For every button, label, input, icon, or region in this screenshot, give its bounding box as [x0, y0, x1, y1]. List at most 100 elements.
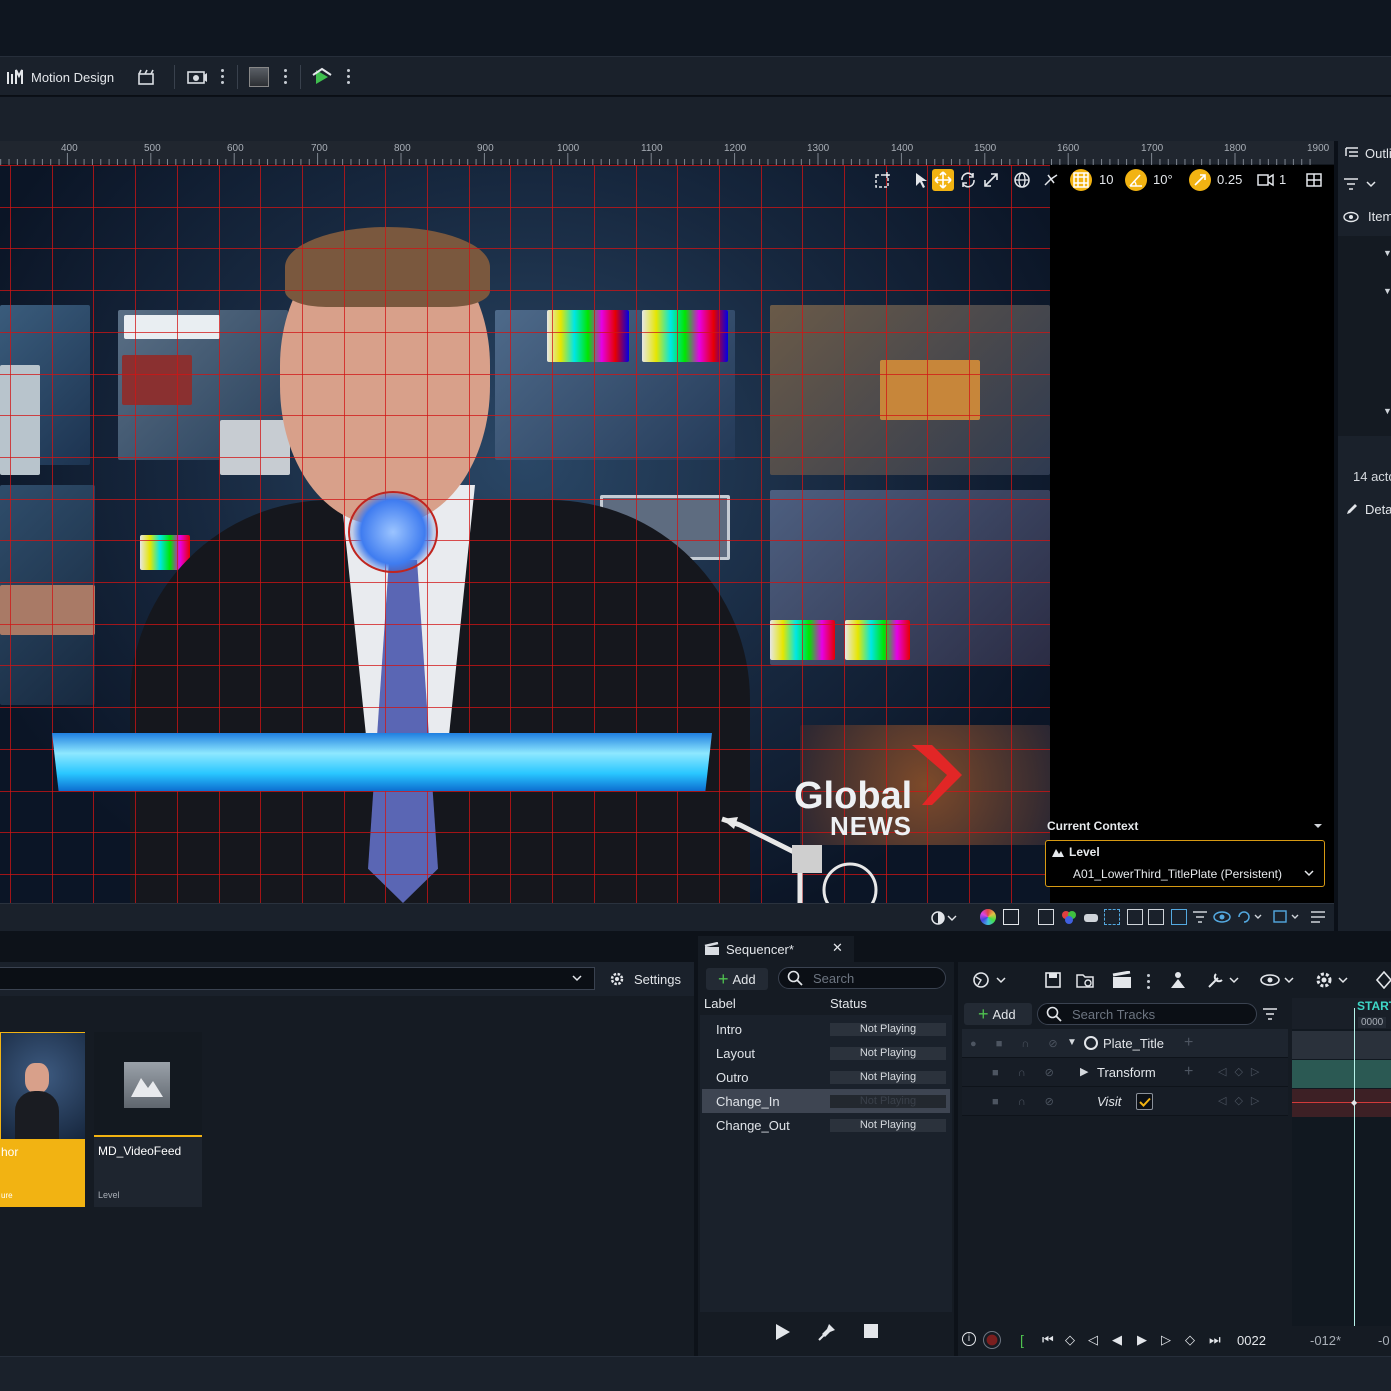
- next-key-icon[interactable]: ◇: [1185, 1332, 1195, 1348]
- rotation-snap-icon[interactable]: [1125, 169, 1147, 191]
- track-row[interactable]: ● ■ ∩ ⊘ ▼ Plate_Title +: [962, 1029, 1288, 1058]
- expand-arrow-icon[interactable]: ▼: [1383, 286, 1391, 296]
- content-browser-path-dropdown[interactable]: [0, 967, 595, 990]
- camera-gizmo-icon[interactable]: [720, 815, 880, 903]
- lighting-mode-icon[interactable]: [930, 909, 958, 927]
- prev-frame-icon[interactable]: ◁: [1088, 1332, 1098, 1348]
- save-sequence-icon[interactable]: [1044, 971, 1062, 989]
- list-item[interactable]: Outro Not Playing: [702, 1065, 950, 1089]
- settings-list-icon[interactable]: [1310, 910, 1326, 924]
- grid-toggle-icon[interactable]: [1127, 909, 1143, 925]
- image-icon[interactable]: [1038, 909, 1054, 925]
- expand-arrow-icon[interactable]: ▼: [1067, 1037, 1077, 1048]
- play-icon[interactable]: [774, 1322, 792, 1342]
- filter-icon[interactable]: [1192, 910, 1208, 924]
- grid-snap-value[interactable]: 10: [1099, 172, 1113, 187]
- color-wheel-icon[interactable]: [980, 909, 996, 925]
- eye-icon[interactable]: [1260, 971, 1296, 989]
- context-level-value[interactable]: A01_LowerThird_TitlePlate (Persistent): [1073, 867, 1282, 881]
- add-track-icon[interactable]: +: [1184, 1034, 1193, 1052]
- filter-dropdown-icon[interactable]: [1343, 177, 1377, 191]
- track-row[interactable]: ■ ∩ ⊘ Visit ◁◇▷: [962, 1087, 1288, 1116]
- avatar-button[interactable]: [249, 65, 269, 89]
- scale-mode-icon[interactable]: [982, 171, 1000, 189]
- current-frame-field[interactable]: 0022: [1237, 1333, 1266, 1348]
- broadcast-options-icon[interactable]: [221, 69, 225, 85]
- jump-to-end-icon[interactable]: ⏭: [1209, 1332, 1221, 1348]
- add-key-icon[interactable]: +: [1184, 1063, 1193, 1081]
- refresh-icon[interactable]: [1237, 910, 1265, 924]
- jump-to-start-icon[interactable]: ⏮: [1042, 1332, 1054, 1348]
- scale-snap-icon[interactable]: [1189, 169, 1211, 191]
- list-icon[interactable]: [1171, 909, 1187, 925]
- layout-options-icon[interactable]: [1273, 910, 1303, 924]
- list-item[interactable]: Layout Not Playing: [702, 1041, 950, 1065]
- record-icon[interactable]: [983, 1331, 1001, 1349]
- next-frame-icon[interactable]: ▷: [1161, 1332, 1171, 1348]
- info-icon[interactable]: i: [962, 1332, 976, 1346]
- bounds-icon[interactable]: [1104, 909, 1120, 925]
- key-navigation-icons[interactable]: ◁◇▷: [1218, 1094, 1267, 1107]
- lower-third-plate[interactable]: [52, 733, 712, 791]
- tab-sequencer[interactable]: Sequencer* ✕: [698, 936, 854, 962]
- close-icon[interactable]: ✕: [832, 940, 843, 956]
- range-start-field[interactable]: -012*: [1310, 1333, 1341, 1348]
- pin-icon[interactable]: [817, 1322, 837, 1342]
- asset-tile[interactable]: MD_VideoFeed Level: [94, 1032, 202, 1207]
- surface-snap-icon[interactable]: [1042, 171, 1060, 189]
- key-navigation-icons[interactable]: ◁◇▷: [1218, 1065, 1267, 1078]
- world-icon[interactable]: [972, 971, 1008, 989]
- scale-snap-value[interactable]: 0.25: [1217, 172, 1242, 187]
- list-item[interactable]: Change_Out Not Playing: [702, 1113, 950, 1137]
- track-row[interactable]: ■ ∩ ⊘ ▶ Transform + ◁◇▷: [962, 1058, 1288, 1087]
- list-item-selected[interactable]: Change_In Not Playing: [702, 1089, 950, 1113]
- visibility-checkbox[interactable]: [1136, 1093, 1153, 1110]
- context-collapse-icon[interactable]: [1313, 821, 1323, 831]
- playhead-line[interactable]: [1354, 1008, 1355, 1352]
- content-browser-settings-button[interactable]: Settings: [609, 969, 681, 989]
- rotation-snap-value[interactable]: 10°: [1153, 172, 1173, 187]
- key-diamond-icon[interactable]: ◆: [1351, 1098, 1357, 1107]
- wrench-icon[interactable]: [1206, 970, 1242, 990]
- rotate-mode-icon[interactable]: [959, 171, 977, 189]
- add-actor-icon[interactable]: [874, 171, 892, 189]
- safe-frames-icon[interactable]: [1003, 909, 1019, 925]
- selected-actor-gizmo[interactable]: [348, 491, 438, 573]
- cinematics-button[interactable]: [137, 65, 155, 89]
- play-icon[interactable]: ▶: [1137, 1332, 1147, 1348]
- prev-key-icon[interactable]: ◇: [1065, 1332, 1075, 1348]
- eye-icon[interactable]: [1343, 211, 1359, 223]
- burst-icon[interactable]: [1148, 909, 1164, 925]
- camera-speed-value[interactable]: 1: [1279, 172, 1286, 187]
- key-diamond-icon[interactable]: [1375, 970, 1391, 990]
- render-movie-icon[interactable]: [1112, 970, 1132, 989]
- play-reverse-icon[interactable]: ◀: [1112, 1332, 1122, 1348]
- more-options-icon[interactable]: [1147, 974, 1151, 990]
- play-options-icon[interactable]: [347, 69, 351, 85]
- outliner-tab-label[interactable]: Outli: [1365, 146, 1391, 161]
- folder-search-icon[interactable]: [1076, 971, 1096, 989]
- gear-icon[interactable]: [1314, 970, 1350, 990]
- camera-speed-icon[interactable]: [1257, 172, 1275, 188]
- world-space-icon[interactable]: [1013, 171, 1031, 189]
- visibility-icon[interactable]: [1213, 910, 1231, 924]
- play-mode-button[interactable]: [311, 65, 335, 89]
- timeline-add-button[interactable]: + Add: [964, 1003, 1032, 1025]
- viewport-layout-icon[interactable]: [1306, 172, 1322, 188]
- level-viewport[interactable]: Global NEWS 10 10° 0.25 1 Current Contex…: [0, 165, 1334, 903]
- sequencer-add-button[interactable]: + Add: [706, 968, 768, 990]
- select-mode-icon[interactable]: [912, 171, 930, 189]
- asset-tile[interactable]: hor ure: [0, 1032, 85, 1207]
- set-start-icon[interactable]: [: [1020, 1332, 1024, 1348]
- list-item[interactable]: Intro Not Playing: [702, 1017, 950, 1041]
- stop-icon[interactable]: [864, 1324, 878, 1338]
- search-tracks-input[interactable]: Search Tracks: [1037, 1003, 1257, 1025]
- chevron-down-icon[interactable]: [1304, 868, 1314, 878]
- rgb-channels-icon[interactable]: [1060, 909, 1078, 925]
- actor-to-sequencer-icon[interactable]: [1168, 970, 1188, 990]
- expand-arrow-icon[interactable]: ▼: [1383, 406, 1391, 416]
- avatar-options-icon[interactable]: [284, 69, 288, 85]
- gamepad-icon[interactable]: [1083, 910, 1099, 924]
- expand-arrow-icon[interactable]: ▼: [1383, 248, 1391, 258]
- expand-arrow-icon[interactable]: ▶: [1080, 1065, 1088, 1078]
